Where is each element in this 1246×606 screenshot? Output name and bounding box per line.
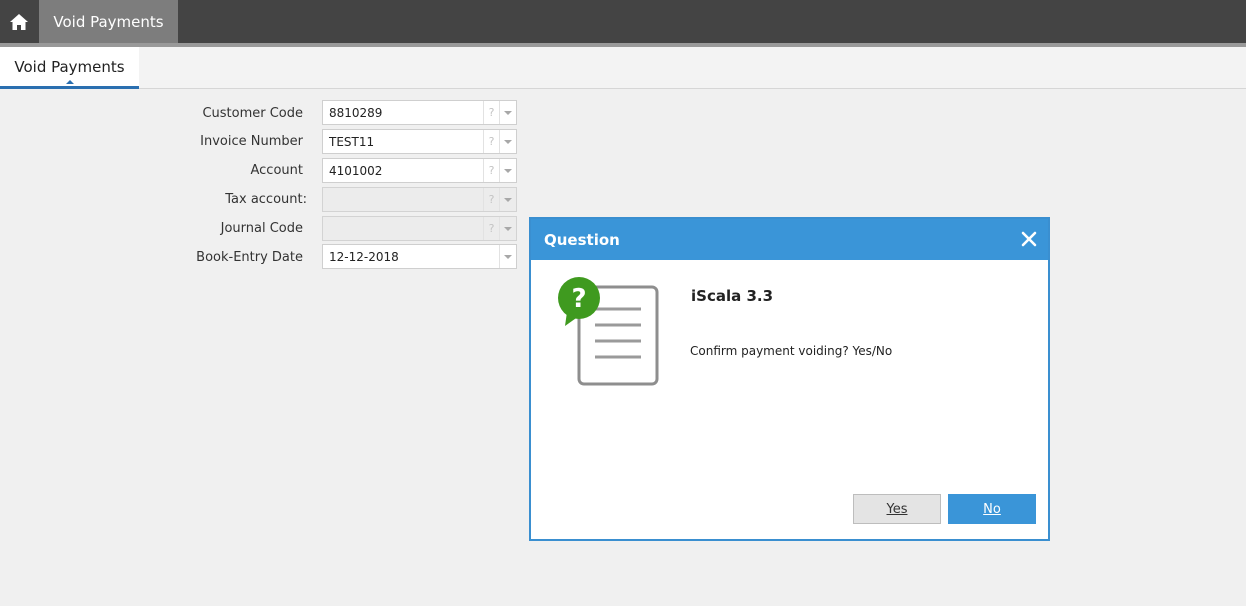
lookup-icon[interactable]: ? [483, 130, 499, 153]
question-dialog: Question ? iScala 3.3 Confirm payment vo… [529, 217, 1050, 541]
dropdown-arrow-icon[interactable] [499, 245, 516, 268]
book-entry-date-value: 12-12-2018 [329, 250, 399, 264]
top-bar [0, 0, 1246, 43]
question-document-icon: ? [558, 277, 659, 386]
account-label: Account [250, 163, 304, 178]
svg-text:?: ? [571, 284, 586, 314]
customer-code-field[interactable]: 8810289 ? [322, 100, 517, 125]
dropdown-arrow-icon[interactable] [499, 101, 516, 124]
no-button-label: No [983, 501, 1001, 517]
customer-code-label: Customer Code [202, 106, 303, 121]
lookup-icon: ? [483, 188, 499, 211]
journal-code-field: ? [322, 216, 517, 241]
active-tab-indicator [66, 80, 74, 84]
customer-code-value: 8810289 [329, 106, 383, 120]
dialog-title: Question [544, 231, 620, 249]
tax-account-label: Tax account: [225, 192, 307, 207]
invoice-number-label: Invoice Number [200, 134, 303, 149]
no-button[interactable]: No [948, 494, 1036, 524]
invoice-number-field[interactable]: TEST11 ? [322, 129, 517, 154]
top-tab-void-payments[interactable]: Void Payments [39, 0, 178, 43]
account-field[interactable]: 4101002 ? [322, 158, 517, 183]
yes-button-label: Yes [886, 501, 908, 517]
dialog-app-name: iScala 3.3 [691, 287, 774, 305]
journal-code-label: Journal Code [220, 221, 303, 236]
account-value: 4101002 [329, 164, 383, 178]
book-entry-date-label: Book-Entry Date [196, 250, 303, 265]
tax-account-field: ? [322, 187, 517, 212]
dialog-header: Question [531, 219, 1048, 260]
dropdown-arrow-icon[interactable] [499, 159, 516, 182]
lookup-icon[interactable]: ? [483, 159, 499, 182]
home-button[interactable] [0, 0, 38, 43]
dialog-message: Confirm payment voiding? Yes/No [690, 344, 893, 358]
dropdown-arrow-icon [499, 188, 516, 211]
book-entry-date-field[interactable]: 12-12-2018 [322, 244, 517, 269]
home-icon [10, 13, 28, 30]
dropdown-arrow-icon [499, 217, 516, 240]
sub-tab-strip [0, 47, 1246, 89]
lookup-icon: ? [483, 217, 499, 240]
yes-button[interactable]: Yes [853, 494, 941, 524]
close-icon[interactable] [1019, 229, 1039, 249]
lookup-icon[interactable]: ? [483, 101, 499, 124]
dropdown-arrow-icon[interactable] [499, 130, 516, 153]
invoice-number-value: TEST11 [329, 135, 375, 149]
